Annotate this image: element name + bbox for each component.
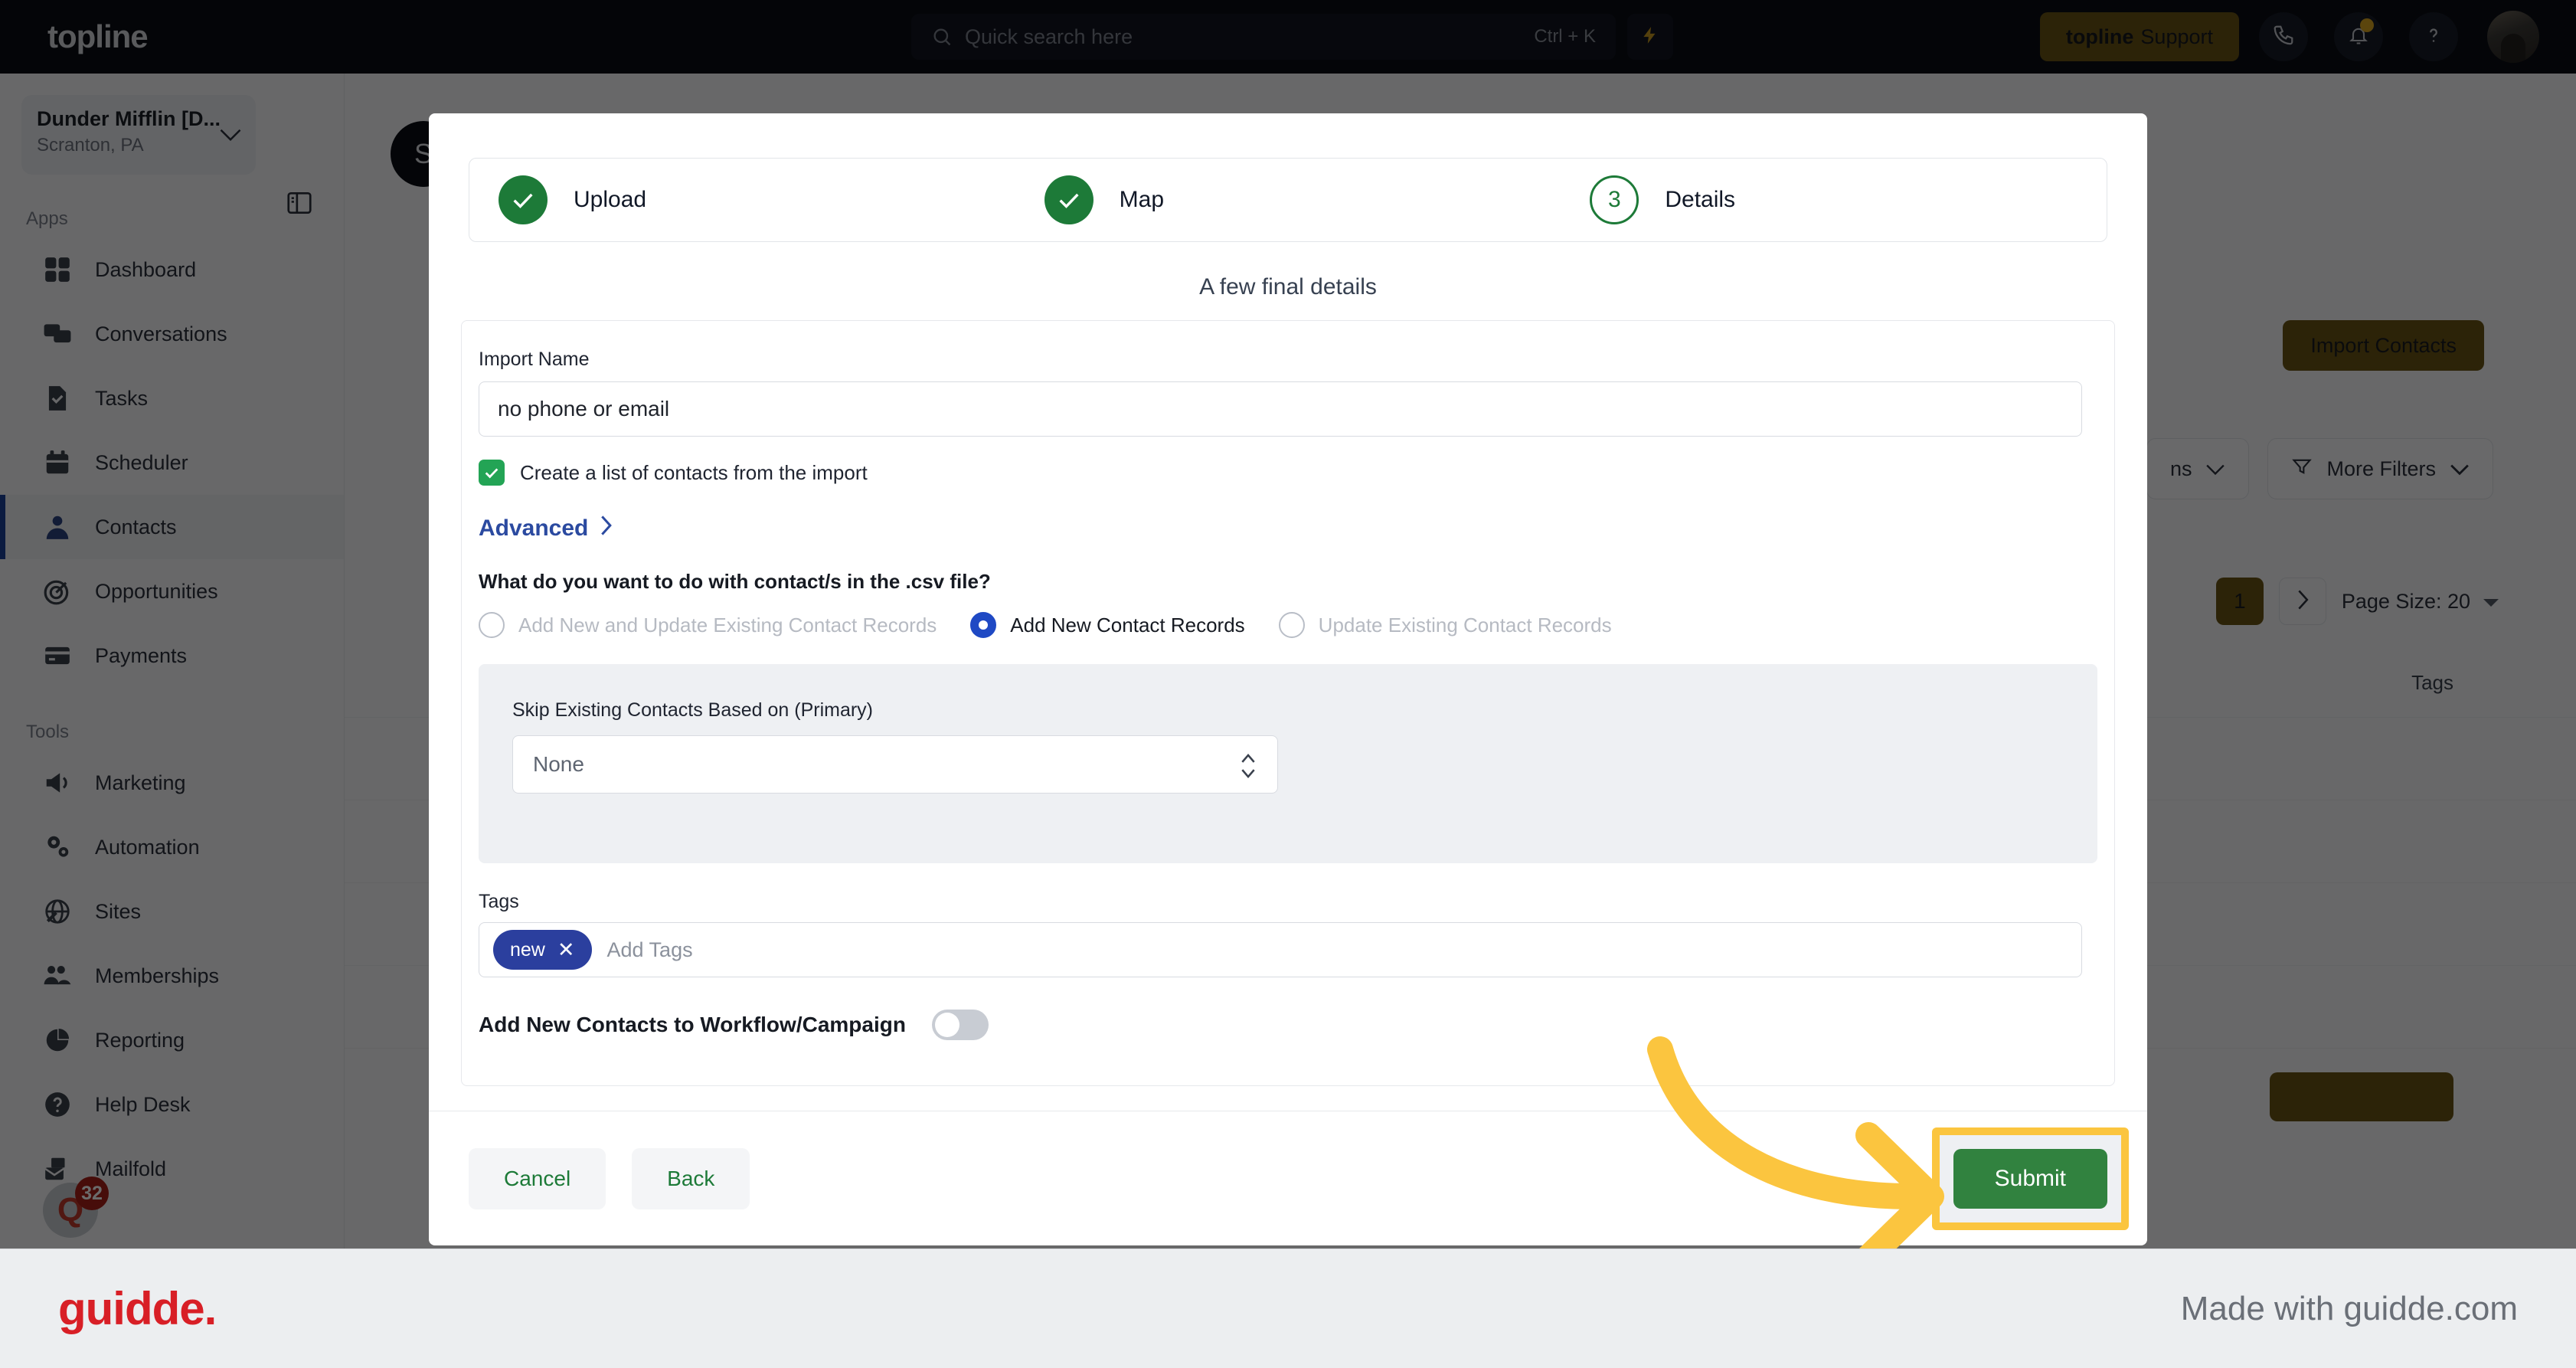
cancel-button[interactable]: Cancel	[469, 1147, 606, 1209]
guidde-made-with: Made with guidde.com	[2180, 1289, 2518, 1327]
radio-add-new-and-update[interactable]: Add New and Update Existing Contact Reco…	[479, 612, 937, 638]
step-upload[interactable]: Upload	[469, 175, 1015, 224]
skip-existing-select[interactable]: None	[512, 735, 1278, 794]
step-details[interactable]: 3 Details	[1561, 175, 2107, 224]
step-number: 3	[1590, 175, 1639, 224]
tag-text: new	[510, 938, 545, 961]
app-root: topline Quick search here Ctrl + K topli…	[0, 0, 2576, 1368]
checkbox-checked-icon	[479, 460, 505, 486]
skip-existing-value: None	[533, 752, 584, 776]
import-contacts-modal: Upload Map 3 Details A few final details…	[429, 113, 2147, 1245]
radio-update-existing[interactable]: Update Existing Contact Records	[1278, 612, 1612, 638]
back-button[interactable]: Back	[632, 1147, 750, 1209]
guidde-logo: guidde.	[58, 1283, 217, 1334]
modal-footer: Cancel Back Submit	[429, 1111, 2147, 1245]
csv-action-radio-group: Add New and Update Existing Contact Reco…	[479, 612, 2097, 638]
import-stepper: Upload Map 3 Details	[469, 158, 2107, 242]
create-list-checkbox-row[interactable]: Create a list of contacts from the impor…	[479, 460, 2097, 486]
step-label: Map	[1119, 187, 1165, 212]
create-list-label: Create a list of contacts from the impor…	[520, 460, 868, 484]
submit-button[interactable]: Submit	[1953, 1148, 2107, 1209]
step-map[interactable]: Map	[1015, 175, 1561, 224]
step-label: Upload	[574, 187, 647, 212]
submit-button-wrapper: Submit	[1931, 1127, 2129, 1230]
csv-action-question: What do you want to do with contact/s in…	[479, 570, 991, 593]
tags-placeholder: Add Tags	[606, 938, 693, 961]
radio-add-new[interactable]: Add New Contact Records	[970, 612, 1245, 638]
radio-label: Add New Contact Records	[1010, 613, 1245, 637]
chevron-right-icon	[599, 515, 613, 542]
import-name-value: no phone or email	[498, 397, 670, 421]
skip-existing-panel: Skip Existing Contacts Based on (Primary…	[479, 664, 2097, 863]
step-label: Details	[1665, 187, 1736, 212]
details-form: Import Name no phone or email Create a l…	[461, 320, 2115, 1086]
spinner-arrows-icon	[1239, 748, 1257, 789]
tag-chip[interactable]: new ✕	[493, 930, 592, 970]
workflow-toggle-row: Add New Contacts to Workflow/Campaign	[479, 1010, 2097, 1040]
tags-input[interactable]: new ✕ Add Tags	[479, 922, 2082, 977]
modal-subtitle: A few final details	[1199, 274, 1377, 299]
radio-label: Add New and Update Existing Contact Reco…	[518, 613, 937, 637]
guidde-footer: guidde. Made with guidde.com	[0, 1249, 2576, 1368]
close-icon[interactable]: ✕	[557, 939, 575, 961]
radio-selected-icon	[970, 612, 997, 638]
check-icon	[1044, 175, 1093, 224]
advanced-label: Advanced	[479, 515, 589, 541]
radio-label: Update Existing Contact Records	[1318, 613, 1612, 637]
radio-icon	[479, 612, 505, 638]
workflow-toggle[interactable]	[931, 1010, 989, 1040]
skip-existing-label: Skip Existing Contacts Based on (Primary…	[512, 699, 874, 721]
import-name-input[interactable]: no phone or email	[479, 381, 2082, 437]
import-name-label: Import Name	[479, 349, 590, 370]
check-icon	[499, 175, 548, 224]
tags-label: Tags	[479, 891, 519, 912]
advanced-toggle-link[interactable]: Advanced	[479, 515, 2097, 542]
radio-icon	[1278, 612, 1305, 638]
workflow-label: Add New Contacts to Workflow/Campaign	[479, 1013, 906, 1036]
